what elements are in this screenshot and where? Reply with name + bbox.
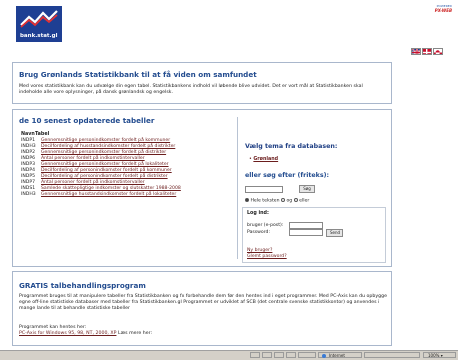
table-link[interactable]: Gennemsnitlige husstandsindkomster forde… <box>41 192 176 197</box>
theme-list: • Grønland <box>249 157 279 162</box>
powered-by-pxweb[interactable]: POWERED PX-WEB <box>422 4 452 18</box>
user-email-input[interactable] <box>289 222 323 229</box>
radio-or[interactable] <box>293 198 298 202</box>
table-link[interactable]: Decilfordeling af personindkomster forde… <box>41 174 168 179</box>
table-header: NavnTabel <box>21 132 49 137</box>
logo-text: bank.stat.gl <box>20 33 58 39</box>
user-label: bruger (e-post): <box>247 223 284 228</box>
read-more-label: Læs mere her: <box>117 331 153 336</box>
table-link[interactable]: Antal personer fordelt på indkomstinterv… <box>41 180 145 185</box>
download-line: PC-Axis for Windows 95, 98, NT, 2000, XP… <box>19 331 152 337</box>
free-software-panel: GRATIS talbehandlingsprogram Programmet … <box>12 271 392 346</box>
flag-danish-icon[interactable] <box>422 48 432 55</box>
latest-tables-heading: de 10 senest opdaterede tabeller <box>19 116 155 125</box>
globe-icon <box>322 354 326 358</box>
radio-whole-text[interactable] <box>245 198 249 202</box>
radio-and-label: og <box>286 198 293 204</box>
radio-whole-text-label: Hele teksten <box>250 198 280 204</box>
new-user-link[interactable]: Ny bruger? <box>247 248 272 253</box>
login-box: Log ind: bruger (e-post): Password: Send… <box>242 207 386 263</box>
table-link[interactable]: Antal personer fordelt på indkomstinterv… <box>41 156 145 161</box>
radio-and[interactable] <box>281 198 286 202</box>
search-button[interactable]: Søg <box>299 185 315 193</box>
free-software-text: Programmet bruges til at manipulere tabe… <box>19 294 387 311</box>
search-input[interactable] <box>245 186 283 193</box>
flag-english-icon[interactable] <box>411 48 421 55</box>
intro-panel: Brug Grønlands Statistikbank til at få v… <box>12 62 392 104</box>
theme-greenland-link[interactable]: Grønland <box>253 157 278 162</box>
forgot-password-link[interactable]: Glemt password? <box>247 254 287 259</box>
free-software-heading: GRATIS talbehandlingsprogram <box>19 281 146 290</box>
security-zone: Internet <box>318 352 362 358</box>
table-row: INDH3 Gennemsnitlige husstandsindkomster … <box>21 192 176 198</box>
search-heading: eller søg efter (friteks): <box>245 172 330 179</box>
chevron-down-icon: ▾ <box>439 353 443 358</box>
col-name-header: Navn <box>21 132 35 137</box>
table-link[interactable]: Samlede skattepligtige indkomster og slu… <box>41 186 181 191</box>
table-link[interactable]: Gennemsnitlige personindkomster fordelt … <box>41 138 170 143</box>
site-logo[interactable]: bank.stat.gl <box>16 6 62 42</box>
pxweb-label: PX-WEB <box>434 8 452 13</box>
zoom-control[interactable]: 100% ▾ <box>423 352 456 358</box>
table-id: INDH3 <box>21 192 36 197</box>
search-options: Hele teksten og eller <box>245 198 309 204</box>
table-link[interactable]: Gennemsnitlige personindkomster fordelt … <box>41 162 169 167</box>
latest-tables-panel: de 10 senest opdaterede tabeller NavnTab… <box>12 109 392 267</box>
theme-heading: Vælg tema fra databasen: <box>245 143 338 150</box>
intro-text: Med vores statistikbank kan du udvælge d… <box>19 84 363 95</box>
send-button[interactable]: Send <box>326 229 343 237</box>
col-table-header: Tabel <box>35 132 50 137</box>
logo-wave-icon <box>20 10 58 28</box>
table-link[interactable]: Gennemsnitlige personindkomster fordelt … <box>41 150 166 155</box>
login-heading: Log ind: <box>247 211 269 216</box>
flag-greenlandic-icon[interactable] <box>433 48 443 55</box>
table-link[interactable]: Decilfordeling af husstandsindkomster fo… <box>41 144 175 149</box>
password-label: Password: <box>247 230 271 235</box>
zone-label: Internet <box>329 353 345 358</box>
zoom-value: 100% <box>428 353 440 358</box>
intro-heading: Brug Grønlands Statistikbank til at få v… <box>19 70 257 79</box>
radio-or-label: eller <box>299 198 310 204</box>
pc-axis-download-link[interactable]: PC-Axis for Windows 95, 98, NT, 2000, XP <box>19 331 116 336</box>
language-flags <box>411 48 443 56</box>
table-link[interactable]: Decilfordeling af personindkomster forde… <box>41 168 172 173</box>
password-input[interactable] <box>289 229 323 236</box>
column-divider <box>237 117 238 259</box>
